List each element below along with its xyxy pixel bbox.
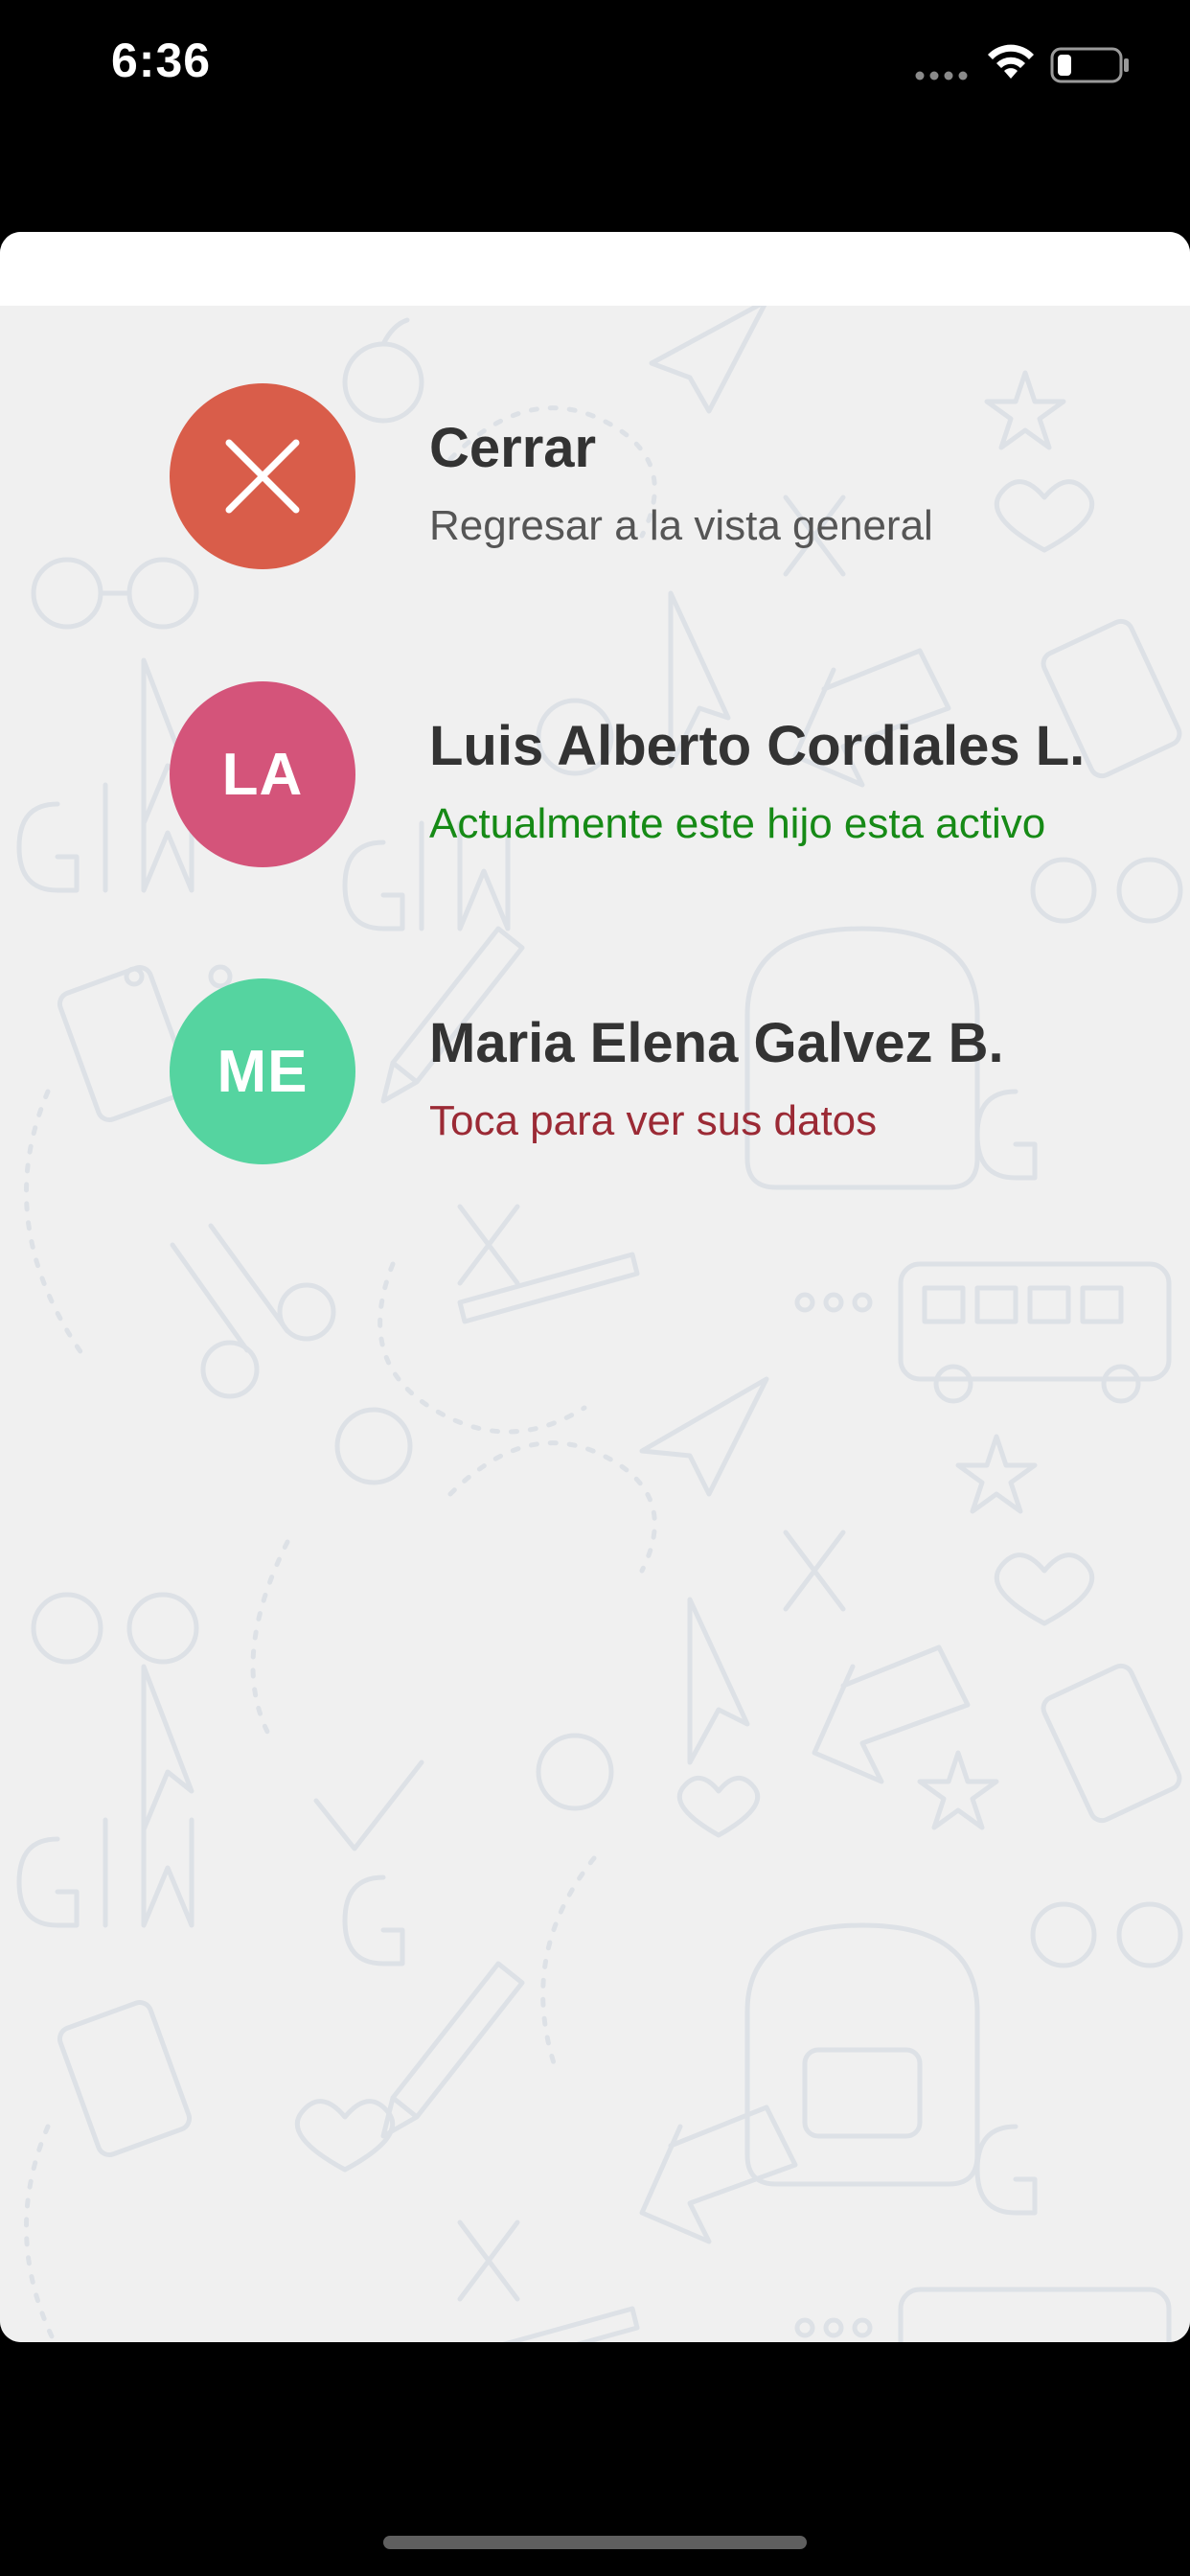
status-time: 6:36 bbox=[111, 34, 212, 87]
signal-dots-icon bbox=[915, 71, 968, 80]
child-name-1: Luis Alberto Cordiales L. bbox=[429, 715, 1086, 777]
close-title: Cerrar bbox=[429, 417, 597, 479]
close-subtitle: Regresar a la vista general bbox=[429, 502, 933, 549]
close-avatar[interactable] bbox=[170, 383, 355, 569]
sheet-header bbox=[0, 232, 1190, 306]
status-bar: 6:36 bbox=[0, 0, 1190, 134]
school-doodles-background bbox=[16, 306, 1183, 2342]
screen: 6:36 Cerrar Regresar a la vista general … bbox=[0, 0, 1190, 2576]
child-row-2[interactable]: ME Maria Elena Galvez B. Toca para ver s… bbox=[0, 978, 1190, 1170]
home-indicator[interactable] bbox=[383, 2536, 807, 2549]
child-avatar-2[interactable]: ME bbox=[170, 978, 355, 1164]
child-status-1: Actualmente este hijo esta activo bbox=[429, 800, 1046, 847]
close-icon bbox=[225, 439, 300, 514]
wifi-icon bbox=[988, 44, 1034, 79]
child-status-2: Toca para ver sus datos bbox=[429, 1097, 878, 1144]
child-avatar-1[interactable]: LA bbox=[170, 681, 355, 867]
battery-icon bbox=[1050, 47, 1129, 83]
child-name-2: Maria Elena Galvez B. bbox=[429, 1012, 1004, 1074]
sheet-body bbox=[0, 306, 1190, 2342]
close-row[interactable]: Cerrar Regresar a la vista general bbox=[0, 383, 1190, 575]
child-row-1[interactable]: LA Luis Alberto Cordiales L. Actualmente… bbox=[0, 681, 1190, 873]
